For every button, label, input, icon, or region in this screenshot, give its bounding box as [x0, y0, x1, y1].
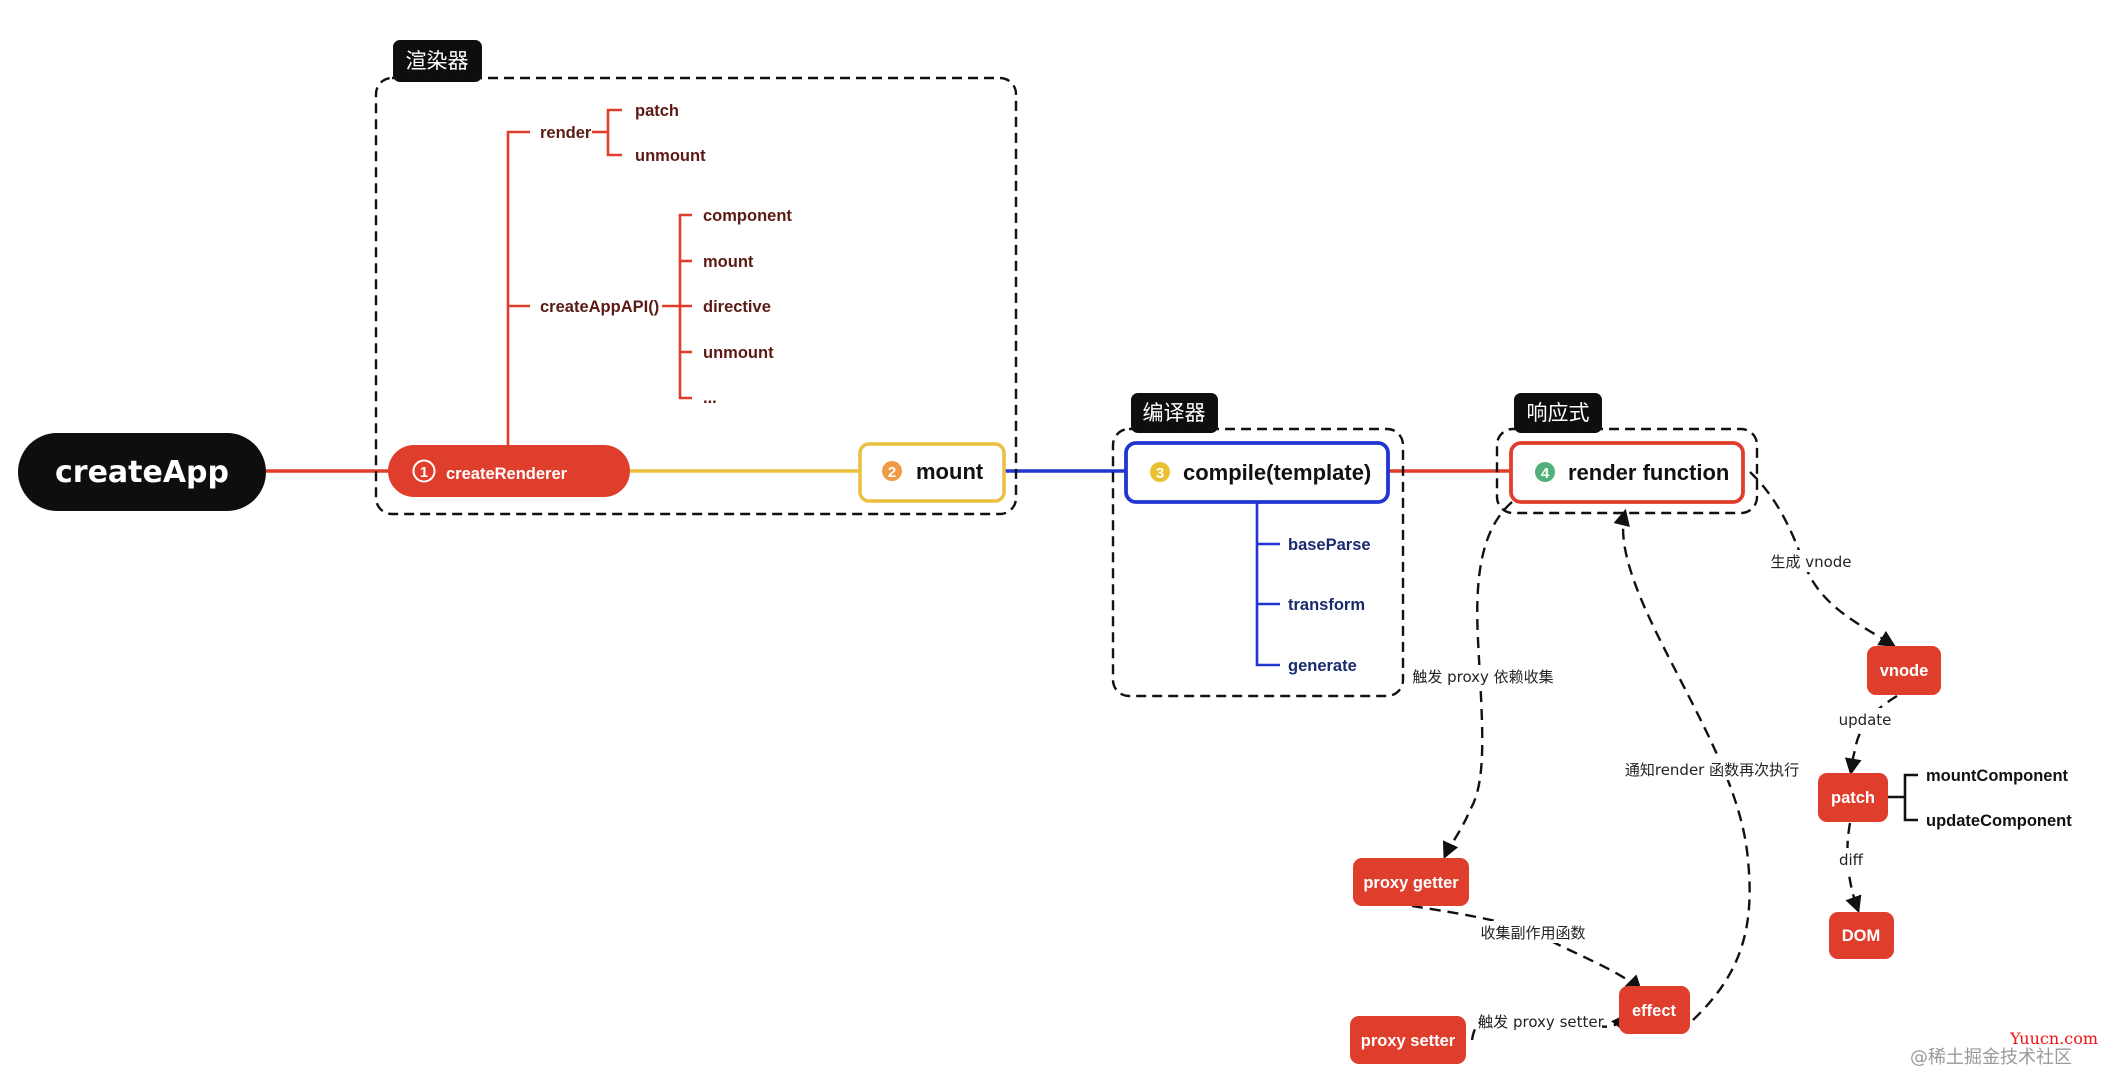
patch-children-lines [1887, 773, 1918, 822]
patch-label: patch [1831, 789, 1875, 807]
create-app-label: createApp [55, 455, 229, 490]
compile-label: compile(template) [1183, 460, 1371, 485]
edge-label-trigger-setter: 触发 proxy setter [1478, 1010, 1605, 1032]
compiler-tab-label: 编译器 [1143, 401, 1206, 425]
svg-text:diff: diff [1839, 851, 1864, 869]
effect-label: effect [1632, 1002, 1677, 1020]
step-2-number: 2 [888, 464, 896, 481]
proxy-getter-label: proxy getter [1363, 874, 1459, 892]
compiler-tree-lines [1255, 501, 1280, 667]
edge-label-collect-effect: 收集副作用函数 [1475, 921, 1591, 943]
compile-node[interactable]: 3 compile(template) [1124, 441, 1390, 504]
watermark-site: Yuucn.com [2009, 1029, 2098, 1048]
vnode-node[interactable]: vnode [1867, 646, 1941, 695]
edge-label-gen-vnode: 生成 vnode [1770, 550, 1852, 572]
patch-child-mountcomponent: mountComponent [1926, 767, 2069, 785]
render-function-node[interactable]: 4 render function [1509, 441, 1745, 504]
mount-node[interactable]: 2 mount [858, 442, 1006, 503]
proxy-setter-node[interactable]: proxy setter [1350, 1016, 1466, 1064]
svg-text:生成 vnode: 生成 vnode [1770, 553, 1851, 571]
step-3-number: 3 [1156, 465, 1164, 482]
edge-proxygetter-effect [1411, 904, 1643, 993]
edge-label-trigger-collect: 触发 proxy 依赖收集 [1412, 665, 1554, 687]
create-renderer-node[interactable]: 1 createRenderer [388, 445, 630, 497]
watermark-credit: @稀土掘金技术社区 [1910, 1047, 2072, 1068]
tree-render: render [540, 124, 592, 142]
renderer-tab-label: 渲染器 [406, 49, 469, 73]
tree-api-more: ... [703, 389, 717, 407]
effect-node[interactable]: effect [1619, 986, 1690, 1034]
reactive-group: 响应式 4 render function [1495, 393, 1759, 515]
edge-label-diff: diff [1836, 848, 1866, 870]
tree-api-directive: directive [703, 298, 771, 316]
renderer-group: 渲染器 render patch unmount createAppAPI() … [374, 40, 1018, 516]
dom-label: DOM [1842, 927, 1881, 945]
patch-node[interactable]: patch [1818, 773, 1888, 822]
svg-text:通知render 函数再次执行: 通知render 函数再次执行 [1625, 761, 1799, 779]
svg-text:触发 proxy setter: 触发 proxy setter [1478, 1013, 1604, 1031]
patch-child-updatecomponent: updateComponent [1926, 812, 2072, 830]
edge-label-notify-render: 通知render 函数再次执行 [1622, 758, 1802, 780]
create-renderer-label: createRenderer [446, 465, 568, 483]
svg-text:update: update [1839, 711, 1892, 729]
tree-render-unmount: unmount [635, 147, 706, 165]
edge-vnode-patch [1844, 694, 1898, 776]
svg-text:收集副作用函数: 收集副作用函数 [1480, 924, 1585, 942]
dom-node[interactable]: DOM [1829, 912, 1894, 959]
proxy-getter-node[interactable]: proxy getter [1353, 858, 1469, 906]
edge-label-update: update [1836, 708, 1894, 730]
tree-api-component: component [703, 207, 792, 225]
step-4-number: 4 [1541, 465, 1550, 482]
compiler-transform: transform [1288, 596, 1365, 614]
vue-flow-diagram: 渲染器 render patch unmount createAppAPI() … [18, 40, 2098, 1068]
reactive-tab-label: 响应式 [1527, 401, 1590, 425]
render-function-label: render function [1568, 460, 1729, 485]
tree-api-unmount: unmount [703, 344, 774, 362]
step-1-number: 1 [420, 464, 428, 481]
tree-createappapi: createAppAPI() [540, 298, 659, 316]
create-app-node[interactable]: createApp [18, 433, 266, 511]
compiler-generate: generate [1288, 657, 1357, 675]
proxy-setter-label: proxy setter [1361, 1032, 1456, 1050]
compiler-group: 编译器 baseParse transform generate 3 compi… [1111, 393, 1405, 698]
tree-api-mount: mount [703, 253, 754, 271]
tree-render-patch: patch [635, 102, 679, 120]
compiler-baseparse: baseParse [1288, 536, 1371, 554]
vnode-label: vnode [1880, 662, 1929, 680]
svg-text:触发 proxy 依赖收集: 触发 proxy 依赖收集 [1412, 668, 1553, 686]
mount-label: mount [916, 459, 984, 484]
